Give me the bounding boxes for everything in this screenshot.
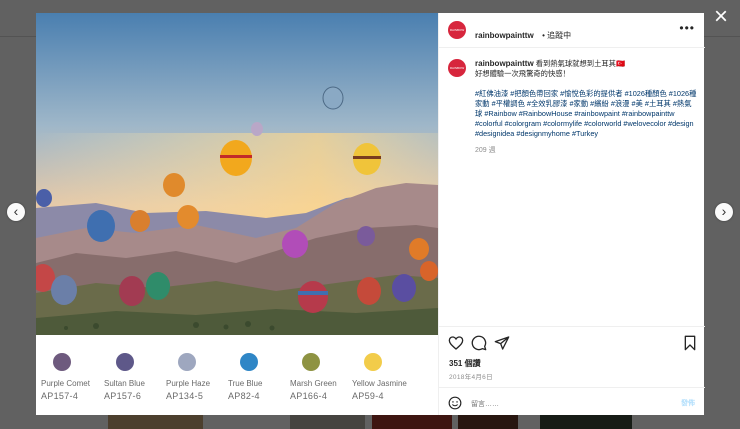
caption-text-2: 好想體驗一次飛驚奇的快感！ [475, 69, 570, 78]
swatch-name: Yellow Jasmine [352, 379, 407, 388]
swatch-code: AP82-4 [228, 391, 260, 401]
previous-arrow-icon[interactable]: ‹ [7, 203, 25, 221]
post-header: RAINBOW PAINT rainbowpainttw • 追蹤中 ••• [439, 13, 705, 48]
close-icon[interactable]: × [710, 5, 732, 29]
swatch-code: AP59-4 [352, 391, 384, 401]
swatch-color [53, 353, 71, 371]
swatch-code: AP157-4 [41, 391, 79, 401]
swatch-color [302, 353, 320, 371]
hashtags[interactable]: #紅佛油漆 #把顏色帶回家 #愉悅色彩的提供者 #1026種顏色 #1026種家… [475, 89, 697, 139]
caption-text-1: 看到熱氣球就想到土耳其🇹🇷 [535, 59, 626, 68]
follow-status[interactable]: • 追蹤中 [542, 31, 571, 40]
comment-icon[interactable] [471, 335, 487, 351]
next-arrow-icon[interactable]: › [715, 203, 733, 221]
swatch-code: AP166-4 [290, 391, 328, 401]
more-options-icon[interactable]: ••• [679, 21, 695, 35]
swatch-sultan-blue: Sultan Blue AP157-6 [104, 353, 174, 401]
swatch-purple-comet: Purple Comet AP157-4 [41, 353, 111, 401]
swatch-true-blue: True Blue AP82-4 [228, 353, 298, 401]
swatch-color [364, 353, 382, 371]
swatch-name: Marsh Green [290, 379, 337, 388]
heart-icon[interactable] [448, 335, 464, 351]
comment-input[interactable] [469, 396, 663, 412]
color-swatch-row: Purple Comet AP157-4 Sultan Blue AP157-6… [36, 335, 438, 415]
swatch-color [116, 353, 134, 371]
post-side-panel: RAINBOW PAINT rainbowpainttw • 追蹤中 ••• R… [438, 13, 705, 415]
post-date: 2018年4月6日 [449, 374, 493, 381]
swatch-name: Sultan Blue [104, 379, 145, 388]
swatch-purple-haze: Purple Haze AP134-5 [166, 353, 236, 401]
swatch-name: Purple Haze [166, 379, 211, 388]
post-modal: Purple Comet AP157-4 Sultan Blue AP157-6… [36, 13, 705, 415]
comment-box: 發佈 [439, 387, 705, 418]
swatch-name: True Blue [228, 379, 263, 388]
username-link[interactable]: rainbowpainttw [475, 31, 534, 40]
post-media: Purple Comet AP157-4 Sultan Blue AP157-6… [36, 13, 438, 415]
post-caption: rainbowpainttw 看到熱氣球就想到土耳其🇹🇷 好想體驗一次飛驚奇的快… [475, 59, 697, 156]
swatch-color [240, 353, 258, 371]
header-text: rainbowpainttw • 追蹤中 [475, 25, 571, 43]
balloon-photo [36, 13, 438, 335]
swatch-marsh-green: Marsh Green AP166-4 [290, 353, 360, 401]
swatch-code: AP134-5 [166, 391, 204, 401]
swatch-name: Purple Comet [41, 379, 90, 388]
caption-first-line: rainbowpainttw 看到熱氣球就想到土耳其🇹🇷 [475, 59, 697, 69]
emoji-icon[interactable] [448, 396, 462, 410]
share-icon[interactable] [494, 335, 510, 351]
bookmark-icon[interactable] [682, 335, 698, 351]
like-count[interactable]: 351 個讚 [449, 358, 481, 369]
swatch-code: AP157-6 [104, 391, 142, 401]
swatch-color [178, 353, 196, 371]
swatch-yellow-jasmine: Yellow Jasmine AP59-4 [352, 353, 422, 401]
post-comment-button[interactable]: 發佈 [681, 398, 695, 408]
caption-avatar[interactable]: RAINBOW PAINT [448, 59, 466, 77]
caption-username[interactable]: rainbowpainttw [475, 59, 534, 68]
avatar[interactable]: RAINBOW PAINT [448, 21, 466, 39]
post-actions: 351 個讚 2018年4月6日 發佈 [439, 326, 705, 417]
time-ago: 209 週 [475, 147, 496, 154]
